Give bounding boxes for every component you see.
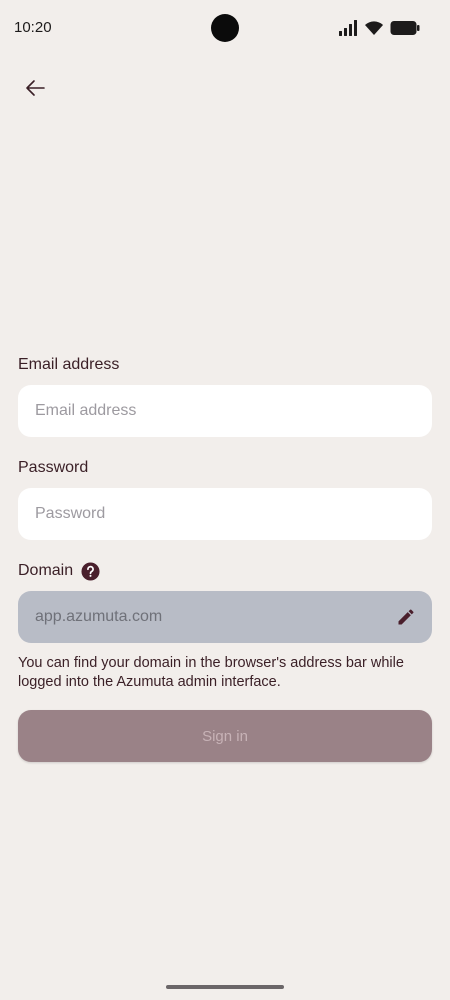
email-label-row: Email address	[18, 352, 432, 378]
signal-icon	[338, 20, 358, 36]
edit-domain-button[interactable]	[392, 603, 420, 631]
status-time: 10:20	[14, 19, 52, 36]
domain-field[interactable]: app.azumuta.com	[18, 591, 432, 643]
back-button[interactable]	[14, 68, 56, 108]
arrow-left-icon	[26, 80, 45, 96]
home-indicator[interactable]	[166, 985, 284, 989]
question-circle-icon[interactable]	[81, 561, 100, 581]
domain-help-text: You can find your domain in the browser'…	[18, 655, 404, 690]
domain-value: app.azumuta.com	[35, 608, 163, 625]
domain-label-row: Domain	[18, 558, 432, 584]
login-screen: 10:20 Email address Email address Passwo…	[0, 0, 450, 1000]
password-label: Password	[18, 459, 89, 476]
password-label-row: Password	[18, 455, 432, 481]
status-bar: 10:20	[0, 0, 450, 56]
wifi-icon	[364, 20, 384, 36]
battery-icon	[390, 20, 420, 36]
email-label: Email address	[18, 356, 120, 373]
email-field[interactable]	[18, 385, 432, 437]
status-icons	[338, 18, 420, 38]
password-field[interactable]	[18, 488, 432, 540]
domain-label: Domain	[18, 562, 74, 579]
camera-cutout	[211, 14, 239, 42]
login-form: Email address Password Domain app.azumut…	[18, 352, 432, 762]
sign-in-button[interactable]: Sign in	[18, 710, 432, 762]
pencil-icon	[398, 609, 414, 625]
